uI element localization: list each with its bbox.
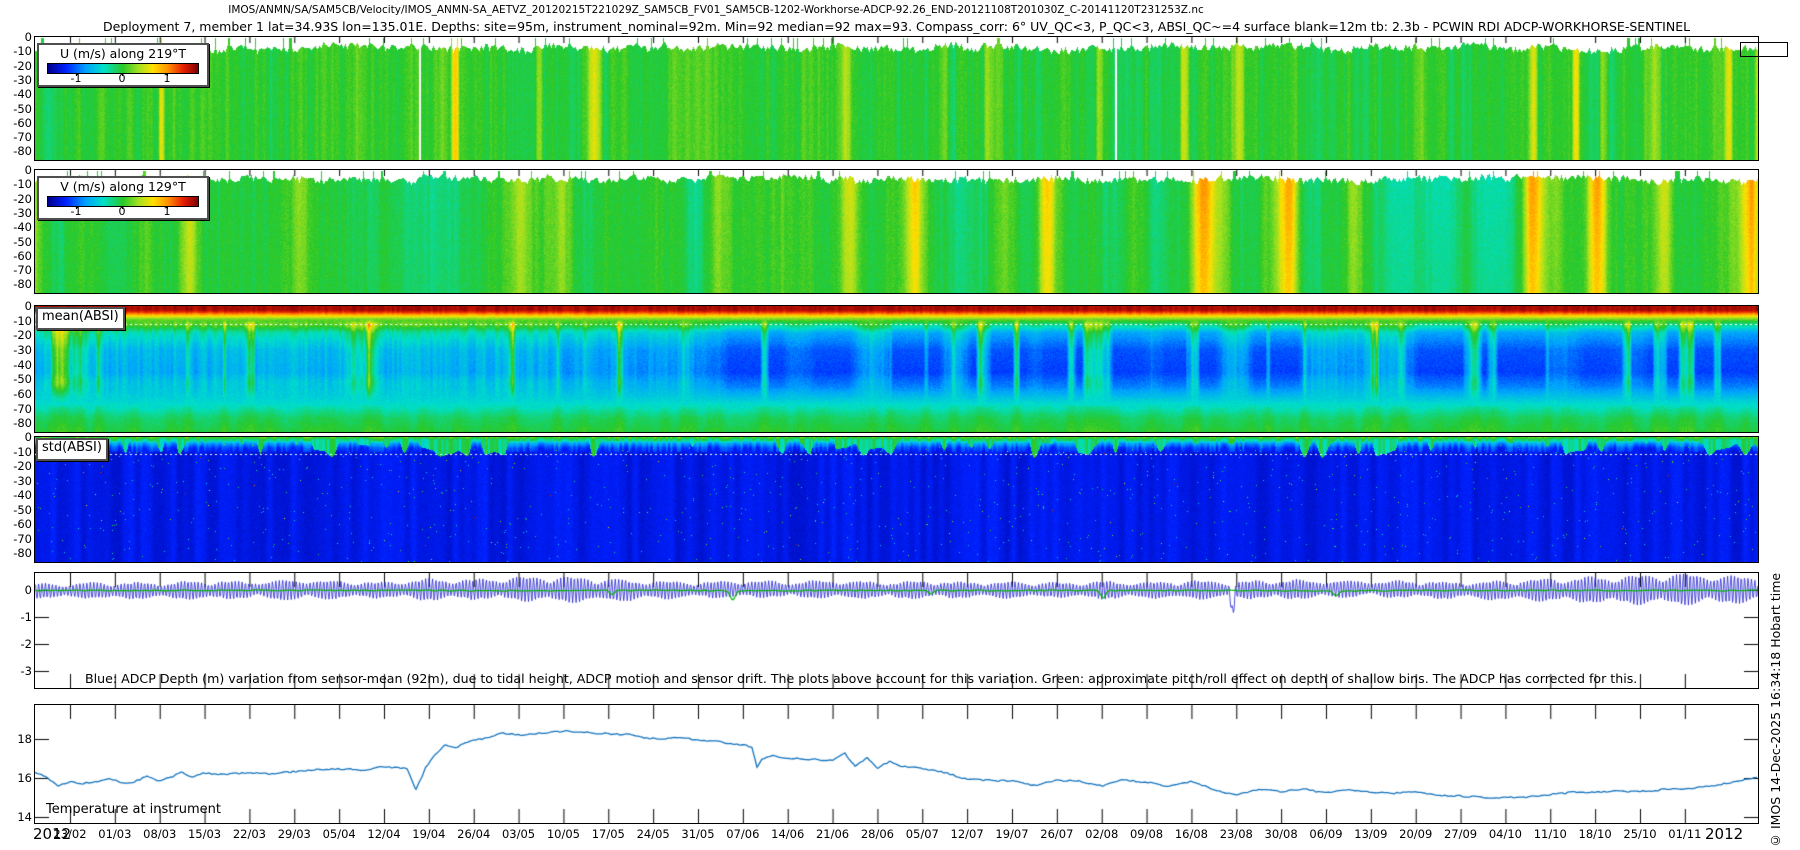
- figure-subtitle: Deployment 7, member 1 lat=34.93S lon=13…: [35, 19, 1758, 34]
- v-velocity-heatmap: [35, 170, 1758, 293]
- depth-variation-tick-label: -3: [1, 664, 32, 678]
- depth-tick-label: -20: [1, 59, 32, 73]
- u-colorbar-legend: U (m/s) along 219°T -1 0 1: [37, 43, 209, 87]
- v-legend-title: V (m/s) along 129°T: [39, 179, 207, 194]
- depth-tick-label: 0: [1, 30, 32, 44]
- depth-tick-label: -60: [1, 249, 32, 263]
- std-absi-heatmap: [35, 437, 1758, 562]
- panel-temperature: [34, 704, 1759, 824]
- depth-tick-label: -10: [1, 44, 32, 58]
- colorbar-tick-label: 0: [110, 205, 134, 218]
- panel-std-absi: [34, 436, 1759, 563]
- date-tick-label: 01/11: [1655, 827, 1715, 841]
- temperature-chart: [35, 705, 1758, 823]
- depth-tick-label: -80: [1, 416, 32, 430]
- depth-tick-label: -70: [1, 263, 32, 277]
- depth-tick-label: -50: [1, 503, 32, 517]
- panel-v-velocity: [34, 169, 1759, 294]
- depth-tick-label: 0: [1, 163, 32, 177]
- depth-tick-label: -70: [1, 532, 32, 546]
- depth-tick-label: -50: [1, 102, 32, 116]
- depth-variation-tick-label: -1: [1, 610, 32, 624]
- temperature-tick-label: 14: [1, 810, 32, 824]
- temperature-label: Temperature at instrument: [46, 802, 221, 817]
- depth-tick-label: -50: [1, 372, 32, 386]
- colorbar-tick-label: 0: [110, 72, 134, 85]
- depth-tick-label: -30: [1, 73, 32, 87]
- u-legend-title: U (m/s) along 219°T: [39, 46, 207, 61]
- depth-tick-label: -20: [1, 459, 32, 473]
- imos-watermark: © IMOS 14-Dec-2025 16:34:18 Hobart time: [1768, 416, 1792, 848]
- depth-tick-label: -20: [1, 192, 32, 206]
- depth-variation-tick-label: -2: [1, 637, 32, 651]
- depth-tick-label: 0: [1, 299, 32, 313]
- panel-mean-absi: [34, 305, 1759, 433]
- depth-tick-label: -70: [1, 402, 32, 416]
- depth-tick-label: -80: [1, 277, 32, 291]
- temperature-tick-label: 16: [1, 771, 32, 785]
- depth-tick-label: -30: [1, 343, 32, 357]
- depth-tick-label: -40: [1, 87, 32, 101]
- depth-tick-label: -30: [1, 206, 32, 220]
- colorbar-tick-label: 1: [155, 205, 179, 218]
- depth-tick-label: -40: [1, 488, 32, 502]
- depth-tick-label: -70: [1, 130, 32, 144]
- v-colorbar-legend: V (m/s) along 129°T -1 0 1: [37, 176, 209, 220]
- colorbar-tick-label: -1: [64, 72, 88, 85]
- depth-variation-tick-label: 0: [1, 583, 32, 597]
- mean-absi-label: mean(ABSI): [36, 307, 125, 330]
- std-absi-label: std(ABSI): [36, 438, 108, 461]
- adcp-mooring-figure: IMOS/ANMN/SA/SAM5CB/Velocity/IMOS_ANMN-S…: [0, 0, 1800, 850]
- scale-bracket-icon: [1740, 42, 1788, 57]
- depth-tick-label: -10: [1, 445, 32, 459]
- depth-tick-label: -40: [1, 358, 32, 372]
- depth-tick-label: 0: [1, 430, 32, 444]
- depth-tick-label: -80: [1, 144, 32, 158]
- depth-tick-label: -40: [1, 220, 32, 234]
- colorbar-tick-label: 1: [155, 72, 179, 85]
- depth-tick-label: -50: [1, 235, 32, 249]
- depth-tick-label: -60: [1, 387, 32, 401]
- depth-tick-label: -30: [1, 474, 32, 488]
- mean-absi-heatmap: [35, 306, 1758, 432]
- depth-tick-label: -80: [1, 546, 32, 560]
- depth-tick-label: -20: [1, 328, 32, 342]
- depth-tick-label: -60: [1, 116, 32, 130]
- colorbar-tick-label: -1: [64, 205, 88, 218]
- panel-u-velocity: [34, 36, 1759, 161]
- depth-tick-label: -10: [1, 314, 32, 328]
- figure-title: IMOS/ANMN/SA/SAM5CB/Velocity/IMOS_ANMN-S…: [0, 4, 1432, 16]
- temperature-tick-label: 18: [1, 732, 32, 746]
- u-velocity-heatmap: [35, 37, 1758, 160]
- depth-variation-annotation: Blue: ADCP Depth (m) variation from sens…: [85, 671, 1637, 686]
- depth-tick-label: -60: [1, 517, 32, 531]
- depth-tick-label: -10: [1, 177, 32, 191]
